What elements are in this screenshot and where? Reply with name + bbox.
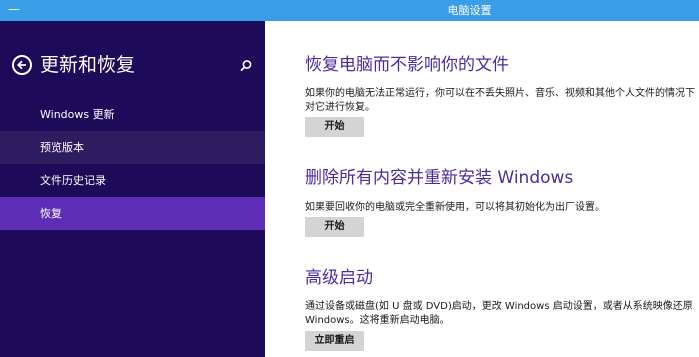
back-arrow-icon [16, 60, 26, 70]
sidebar-item-windows-update[interactable]: Windows 更新 [0, 98, 265, 131]
reset-start-button[interactable]: 开始 [305, 217, 364, 237]
sidebar-title: 更新和恢复 [40, 54, 136, 76]
minimize-button[interactable]: — [4, 0, 24, 21]
sidebar-item-file-history[interactable]: 文件历史记录 [0, 164, 265, 197]
section-title-advanced-startup: 高级启动 [305, 268, 373, 288]
sidebar: 更新和恢复 Windows 更新 预览版本 文件历史记录 恢复 [0, 21, 265, 357]
section-description-reset: 如果要回收你的电脑或完全重新使用，可以将其初始化为出厂设置。 [305, 202, 605, 213]
restart-now-button[interactable]: 立即重启 [305, 331, 364, 351]
sidebar-item-recovery[interactable]: 恢复 [0, 197, 265, 230]
window-title: 电脑设置 [447, 4, 492, 17]
section-title-reset: 删除所有内容并重新安装 Windows [305, 168, 574, 188]
search-icon[interactable] [239, 59, 253, 73]
sidebar-item-preview-builds[interactable]: 预览版本 [0, 131, 265, 164]
main-content: 恢复电脑而不影响你的文件 如果你的电脑无法正常运行，你可以在不丢失照片、音乐、视… [265, 21, 699, 357]
section-description-advanced-startup: 通过设备或磁盘(如 U 盘或 DVD)启动，更改 Windows 启动设置，或者… [305, 301, 693, 326]
section-description-refresh: 如果你的电脑无法正常运行，你可以在不丢失照片、音乐、视频和其他个人文件的情况下对… [305, 88, 695, 113]
back-button[interactable] [12, 55, 32, 75]
refresh-start-button[interactable]: 开始 [305, 117, 364, 137]
title-bar: — 电脑设置 [0, 0, 699, 21]
section-title-refresh: 恢复电脑而不影响你的文件 [305, 55, 509, 75]
